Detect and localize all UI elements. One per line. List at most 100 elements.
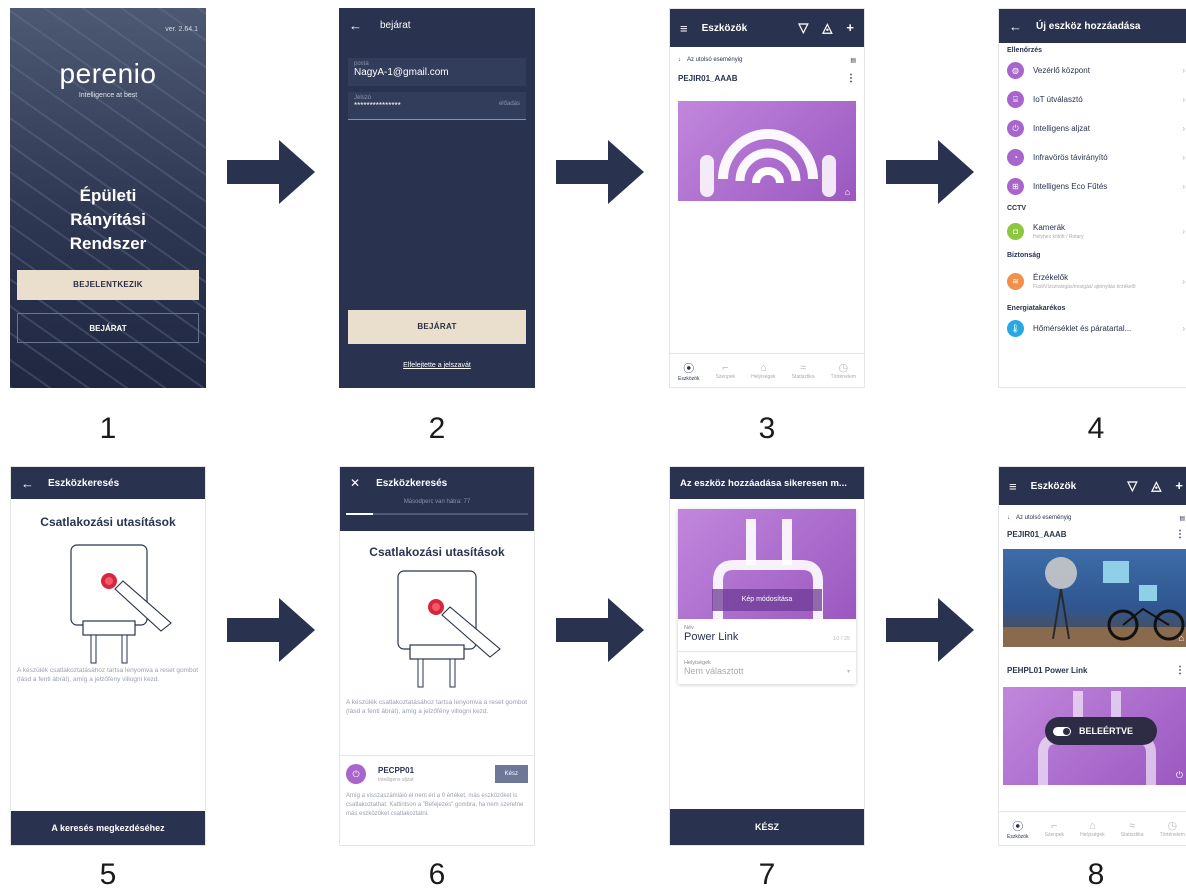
- name-field[interactable]: Név Power Link 10 / 25: [678, 619, 856, 652]
- chart-icon: ≈: [800, 361, 807, 374]
- chevron-right-icon: ›: [1182, 153, 1185, 162]
- scenario-icon: ⌐: [722, 361, 729, 374]
- section-heading: Energiatakarékos: [1007, 305, 1066, 312]
- screen-title: Eszközkeresés: [376, 477, 448, 489]
- nav-scenarios[interactable]: ⌐ Szenpek: [716, 362, 735, 380]
- change-image-button[interactable]: Kép módosítása: [712, 589, 822, 611]
- ir-remote-icon: ◔: [1007, 149, 1024, 166]
- device-category-list: Ellenőrzés ◍ Vezérlő központ › ⌸ IoT útválasz…: [999, 43, 1186, 343]
- device-category-label: Intelligens aljzat: [1033, 124, 1090, 133]
- nav-rooms[interactable]: ⌂ Helyiségek: [1080, 820, 1104, 838]
- sort-arrow-icon[interactable]: ↓: [678, 57, 681, 63]
- device-category-item[interactable]: ◍ Vezérlő központ ›: [999, 56, 1186, 85]
- more-options-icon[interactable]: ⋮: [1175, 529, 1185, 540]
- arrow-right-icon: [556, 140, 644, 204]
- router-icon: ⌸: [1007, 91, 1024, 108]
- screen-7-success: Az eszköz hozzáadása sikeresen m... Kép …: [669, 466, 865, 846]
- sensor-icon: ≋: [1007, 272, 1024, 290]
- plug-icon: ⏻: [346, 764, 366, 784]
- device-category-item[interactable]: ⊞ Intelligens Eco Fűtés ›: [999, 172, 1186, 201]
- nav-history[interactable]: ◷ Történelem: [831, 361, 856, 380]
- nav-history[interactable]: ◷ Történelem: [1160, 819, 1185, 838]
- sort-arrow-icon[interactable]: ↓: [1007, 515, 1010, 521]
- nav-rooms[interactable]: ⌂ Helyiségek: [751, 362, 775, 380]
- sort-filter-label[interactable]: Az utolsó eseményig: [687, 57, 742, 63]
- device-name: PEJIR01_AAAB: [678, 74, 738, 83]
- add-icon[interactable]: +: [1175, 478, 1183, 494]
- device-card-ir[interactable]: ⌂: [678, 101, 856, 201]
- plug-reset-illustration: [397, 570, 501, 688]
- device-category-subtitle: Füst/Vízszivárgás/mozgás/ ajtónyitás érz…: [1033, 283, 1136, 290]
- rooms-select[interactable]: Helyiségek Nem választott ▾: [678, 652, 856, 684]
- device-category-item[interactable]: ⏻ Intelligens aljzat ›: [999, 114, 1186, 143]
- step-number: 5: [99, 858, 117, 891]
- bottom-navigation: ⦿ Eszközök ⌐ Szenpek ⌂ Helyiségek ≈ Statiszt…: [999, 811, 1186, 845]
- sofa-icon: ⌂: [760, 361, 767, 374]
- back-arrow-icon[interactable]: ←: [349, 18, 362, 33]
- bell-icon[interactable]: ◬: [822, 20, 832, 36]
- nav-statistics[interactable]: ≈ Statisztika: [792, 362, 815, 380]
- step-number: 4: [1087, 412, 1105, 445]
- dropdown-icon: ▾: [846, 668, 850, 675]
- device-category-item[interactable]: ≋ Érzékelők Füst/Vízszivárgás/mozgás/ ajtó…: [999, 261, 1186, 301]
- toggle-switch-icon: [1053, 726, 1071, 736]
- email-field[interactable]: posta NagyA-1@gmail.com: [348, 58, 526, 86]
- device-card-room-photo[interactable]: ⌂: [1003, 549, 1186, 647]
- heater-icon: ⊞: [1007, 178, 1024, 195]
- back-arrow-icon[interactable]: ←: [1009, 19, 1022, 34]
- screen-title: bejárat: [380, 19, 411, 31]
- step-number: 3: [758, 412, 776, 445]
- enter-button[interactable]: BEJÁRAT: [348, 310, 526, 344]
- filter-icon[interactable]: ▽: [1127, 478, 1137, 494]
- back-arrow-icon[interactable]: ←: [21, 476, 34, 491]
- more-options-icon[interactable]: ⋮: [846, 73, 856, 84]
- nav-scenarios[interactable]: ⌐ Szenpek: [1045, 820, 1064, 838]
- device-category-item[interactable]: ◔ Infravörös távirányító ›: [999, 143, 1186, 172]
- device-category-label: IoT útválasztó: [1033, 95, 1083, 104]
- nav-devices[interactable]: ⦿ Eszközök: [1007, 818, 1028, 840]
- arrow-right-icon: [886, 598, 974, 662]
- instructions-text: A készülék csatlakoztatásához tartsa len…: [346, 699, 528, 715]
- screen-8-devices-updated: ≡ Eszközök ▽ ◬ + ↓ Az utolsó eseményig ▤…: [998, 466, 1186, 846]
- power-toggle[interactable]: BELEÉRTVE: [1045, 717, 1157, 745]
- step-number: 8: [1087, 858, 1105, 891]
- close-icon[interactable]: ✕: [350, 476, 360, 490]
- arrow-right-icon: [556, 598, 644, 662]
- clock-icon: ◷: [838, 362, 849, 374]
- filter-icon[interactable]: ▽: [798, 20, 808, 36]
- device-category-item[interactable]: ◘ Kamerák Helyhez kötött / Rotary ›: [999, 214, 1186, 248]
- done-button[interactable]: Kész: [494, 765, 528, 783]
- nav-statistics[interactable]: ≈ Statisztika: [1121, 820, 1144, 838]
- add-icon[interactable]: +: [846, 20, 854, 36]
- nav-devices[interactable]: ⦿ Eszközök: [678, 360, 699, 382]
- show-password-toggle[interactable]: előadás: [499, 101, 520, 110]
- bell-icon[interactable]: ◬: [1151, 478, 1161, 494]
- screen-title: Új eszköz hozzáadása: [1036, 20, 1141, 32]
- section-heading: CCTV: [1007, 205, 1027, 212]
- found-device-name: PECPP01: [378, 765, 415, 775]
- list-view-icon[interactable]: ▤: [850, 57, 856, 64]
- chevron-right-icon: ›: [1182, 95, 1185, 104]
- device-category-item[interactable]: 🌡 Hőmérséklet és páratartal... ›: [999, 314, 1186, 343]
- password-field[interactable]: Jelszó *************** előadás: [348, 92, 526, 120]
- menu-icon[interactable]: ≡: [680, 21, 688, 36]
- more-options-icon[interactable]: ⋮: [1175, 665, 1185, 676]
- device-name: PEHPL01 Power Link: [1007, 666, 1088, 675]
- start-search-button[interactable]: A keresés megkezdéséhez: [11, 811, 205, 845]
- login-button[interactable]: BEJELENTKEZIK: [17, 270, 199, 300]
- sort-filter-label[interactable]: Az utolsó eseményig: [1016, 515, 1071, 521]
- menu-icon[interactable]: ≡: [1009, 479, 1017, 494]
- sofa-icon: ⌂: [844, 187, 850, 197]
- device-category-label: Intelligens Eco Fűtés: [1033, 182, 1108, 191]
- clock-icon: ◷: [1167, 820, 1178, 832]
- device-card-power-link[interactable]: BELEÉRTVE ⏻: [1003, 687, 1186, 785]
- enter-button[interactable]: BEJÁRAT: [17, 313, 199, 343]
- step-number: 7: [758, 858, 776, 891]
- list-view-icon[interactable]: ▤: [1179, 515, 1185, 522]
- plug-reset-illustration: [70, 544, 172, 664]
- device-category-item[interactable]: ⌸ IoT útválasztó ›: [999, 85, 1186, 114]
- chevron-right-icon: ›: [1182, 324, 1185, 333]
- forgot-password-link[interactable]: Elfelejtette a jelszavát: [339, 362, 535, 369]
- done-button[interactable]: KÉSZ: [670, 809, 864, 845]
- arrow-right-icon: [227, 598, 315, 662]
